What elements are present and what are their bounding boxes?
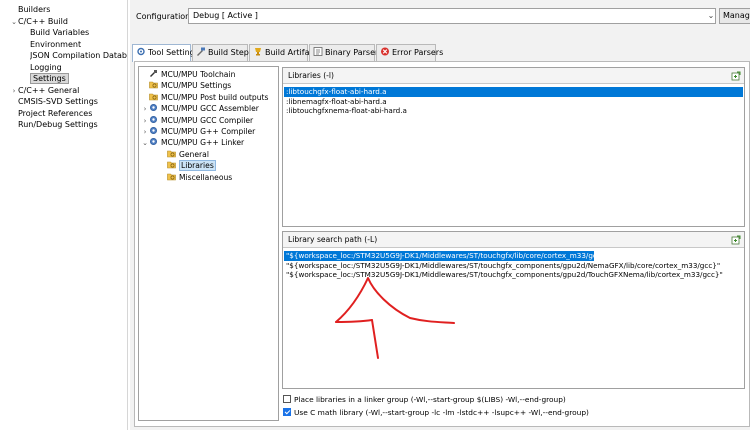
tab-label: Error Parsers bbox=[392, 48, 444, 57]
option-linker-group[interactable]: Place libraries in a linker group (-Wl,-… bbox=[283, 394, 566, 405]
chevron-right-icon[interactable]: › bbox=[141, 127, 149, 138]
sidebar-item-label: C/C++ General bbox=[18, 85, 80, 95]
library-search-path-title: Library search path (-L) bbox=[288, 235, 378, 244]
sidebar-item-build-variables[interactable]: Build Variables bbox=[30, 27, 89, 39]
sidebar-item-c-c-build[interactable]: ⌄C/C++ Build bbox=[10, 16, 68, 28]
settings-folder-icon bbox=[149, 92, 158, 101]
tree-item-mcu-mpu-gcc-compiler[interactable]: › MCU/MPU GCC Compiler bbox=[141, 115, 253, 126]
settings-folder-icon bbox=[167, 172, 176, 181]
tool-gear-icon bbox=[149, 126, 158, 135]
libraries-panel-header: Libraries (-l) bbox=[283, 68, 744, 84]
tab-label: Binary Parsers bbox=[325, 48, 383, 57]
add-library-icon[interactable] bbox=[731, 71, 741, 81]
tree-item-label: Miscellaneous bbox=[179, 172, 233, 182]
checkbox[interactable] bbox=[283, 408, 291, 416]
sidebar-item-logging[interactable]: Logging bbox=[30, 62, 62, 74]
libraries-panel: Libraries (-l) :libtouchgfx-float-abi-ha… bbox=[282, 67, 745, 227]
error-parsers-icon bbox=[380, 46, 390, 56]
chevron-right-icon[interactable]: › bbox=[10, 85, 18, 97]
tree-item-label: MCU/MPU GCC Assembler bbox=[161, 104, 259, 114]
configuration-label: Configuration: bbox=[136, 12, 193, 21]
tree-item-label: MCU/MPU Post build outputs bbox=[161, 92, 269, 102]
library-row[interactable]: :libtouchgfx-float-abi-hard.a bbox=[284, 87, 743, 97]
manage-configurations-button[interactable]: Manag bbox=[719, 8, 750, 24]
sidebar-item-settings[interactable]: Settings bbox=[30, 73, 69, 85]
settings-tab-bar: Tool Settings Build Steps Build Artifact Bi… bbox=[130, 44, 750, 62]
sidebar-item-project-references[interactable]: Project References bbox=[18, 108, 92, 120]
sidebar-item-label: JSON Compilation Datab bbox=[30, 51, 128, 60]
binary-parsers-icon bbox=[313, 46, 323, 56]
tree-item-label: General bbox=[179, 149, 209, 159]
sidebar-item-label: C/C++ Build bbox=[18, 16, 68, 26]
tree-item-label: MCU/MPU GCC Compiler bbox=[161, 115, 254, 125]
tree-item-miscellaneous[interactable]: Miscellaneous bbox=[159, 172, 232, 183]
tree-item-mcu-mpu-gcc-assembler[interactable]: › MCU/MPU GCC Assembler bbox=[141, 103, 259, 114]
property-page-tree: Builders ⌄C/C++ Build Build Variables Envir… bbox=[0, 0, 128, 430]
checkbox-label: Place libraries in a linker group (-Wl,-… bbox=[294, 395, 566, 404]
add-search-path-icon[interactable] bbox=[731, 235, 741, 245]
settings-folder-icon bbox=[167, 160, 176, 169]
tree-item-mcu-mpu-g-linker[interactable]: ⌄ MCU/MPU G++ Linker bbox=[141, 137, 244, 148]
tool-settings-icon bbox=[136, 46, 146, 56]
tree-item-mcu-mpu-settings[interactable]: MCU/MPU Settings bbox=[141, 80, 231, 91]
tool-settings-tree: MCU/MPU Toolchain MCU/MPU Settings MCU/MPU… bbox=[138, 66, 279, 421]
sidebar-item-run-debug-settings[interactable]: Run/Debug Settings bbox=[18, 119, 98, 131]
search-path-row[interactable]: "${workspace_loc:/STM32U5G9J-DK1/Middlew… bbox=[284, 251, 609, 261]
sidebar-item-cmsis-svd-settings[interactable]: CMSIS-SVD Settings bbox=[18, 96, 98, 108]
tool-gear-icon bbox=[149, 115, 158, 124]
tab-build-steps[interactable]: Build Steps bbox=[192, 44, 253, 61]
build-steps-icon bbox=[196, 46, 206, 56]
toolchain-icon bbox=[149, 69, 158, 78]
sidebar-item-json-compilation-datab[interactable]: JSON Compilation Datab bbox=[30, 50, 127, 62]
chevron-down-icon[interactable]: ⌄ bbox=[706, 8, 716, 24]
chevron-down-icon[interactable]: ⌄ bbox=[10, 16, 18, 28]
tab-error-parsers[interactable]: Error Parsers bbox=[376, 44, 443, 61]
settings-folder-icon bbox=[167, 149, 176, 158]
tree-item-label: MCU/MPU G++ Linker bbox=[161, 138, 245, 148]
tree-item-mcu-mpu-post-build-outputs[interactable]: MCU/MPU Post build outputs bbox=[141, 92, 268, 103]
library-row[interactable]: :libtouchgfxnema-float-abi-hard.a bbox=[284, 106, 407, 116]
tree-item-label: MCU/MPU G++ Compiler bbox=[161, 127, 256, 136]
red-arrow-annotation bbox=[335, 277, 455, 359]
checkbox-label: Use C math library (-Wl,--start-group -l… bbox=[294, 408, 589, 417]
tree-item-mcu-mpu-toolchain[interactable]: MCU/MPU Toolchain bbox=[141, 69, 235, 80]
configuration-value: Debug [ Active ] bbox=[193, 11, 258, 20]
sidebar-item-label: Run/Debug Settings bbox=[18, 120, 98, 129]
tool-gear-icon bbox=[149, 137, 158, 146]
tree-item-mcu-mpu-g-compiler[interactable]: › MCU/MPU G++ Compiler bbox=[141, 126, 255, 137]
sidebar-item-c-c-general[interactable]: › C/C++ General bbox=[10, 85, 80, 97]
sidebar-item-builders[interactable]: Builders bbox=[18, 4, 50, 16]
tab-build-artifact[interactable]: Build Artifact bbox=[249, 44, 317, 61]
chevron-right-icon[interactable]: › bbox=[141, 104, 149, 115]
sidebar-item-label: Project References bbox=[18, 108, 93, 118]
chevron-right-icon[interactable]: › bbox=[141, 116, 149, 127]
option-c-math-library[interactable]: Use C math library (-Wl,--start-group -l… bbox=[283, 407, 589, 418]
tree-item-label: Libraries bbox=[179, 160, 216, 172]
sidebar-item-label: Environment bbox=[30, 39, 82, 49]
library-search-path-header: Library search path (-L) bbox=[283, 232, 744, 248]
tab-tool-settings[interactable]: Tool Settings bbox=[132, 44, 199, 62]
configuration-select[interactable]: Debug [ Active ] bbox=[188, 8, 716, 24]
tool-gear-icon bbox=[149, 103, 158, 112]
sidebar-item-label: Build Variables bbox=[30, 28, 90, 37]
libraries-title: Libraries (-l) bbox=[288, 71, 334, 80]
sidebar-item-label: Logging bbox=[30, 62, 62, 72]
sidebar-item-label: Builders bbox=[18, 5, 51, 14]
chevron-down-icon[interactable]: ⌄ bbox=[141, 138, 149, 149]
build-artifact-icon bbox=[253, 46, 263, 56]
tab-binary-parsers[interactable]: Binary Parsers bbox=[309, 44, 382, 61]
tree-item-libraries[interactable]: Libraries bbox=[159, 160, 216, 172]
sidebar-item-label: CMSIS-SVD Settings bbox=[18, 97, 98, 106]
tree-item-label: MCU/MPU Toolchain bbox=[161, 70, 236, 79]
tab-label: Build Steps bbox=[208, 48, 254, 57]
sidebar-item-environment[interactable]: Environment bbox=[30, 39, 81, 51]
library-row[interactable]: :libnemagfx-float-abi-hard.a bbox=[284, 97, 387, 107]
tree-item-label: MCU/MPU Settings bbox=[161, 81, 232, 91]
checkbox[interactable] bbox=[283, 395, 291, 403]
tree-item-general[interactable]: General bbox=[159, 149, 209, 160]
settings-folder-icon bbox=[149, 80, 158, 89]
sidebar-item-label: Settings bbox=[30, 73, 69, 84]
